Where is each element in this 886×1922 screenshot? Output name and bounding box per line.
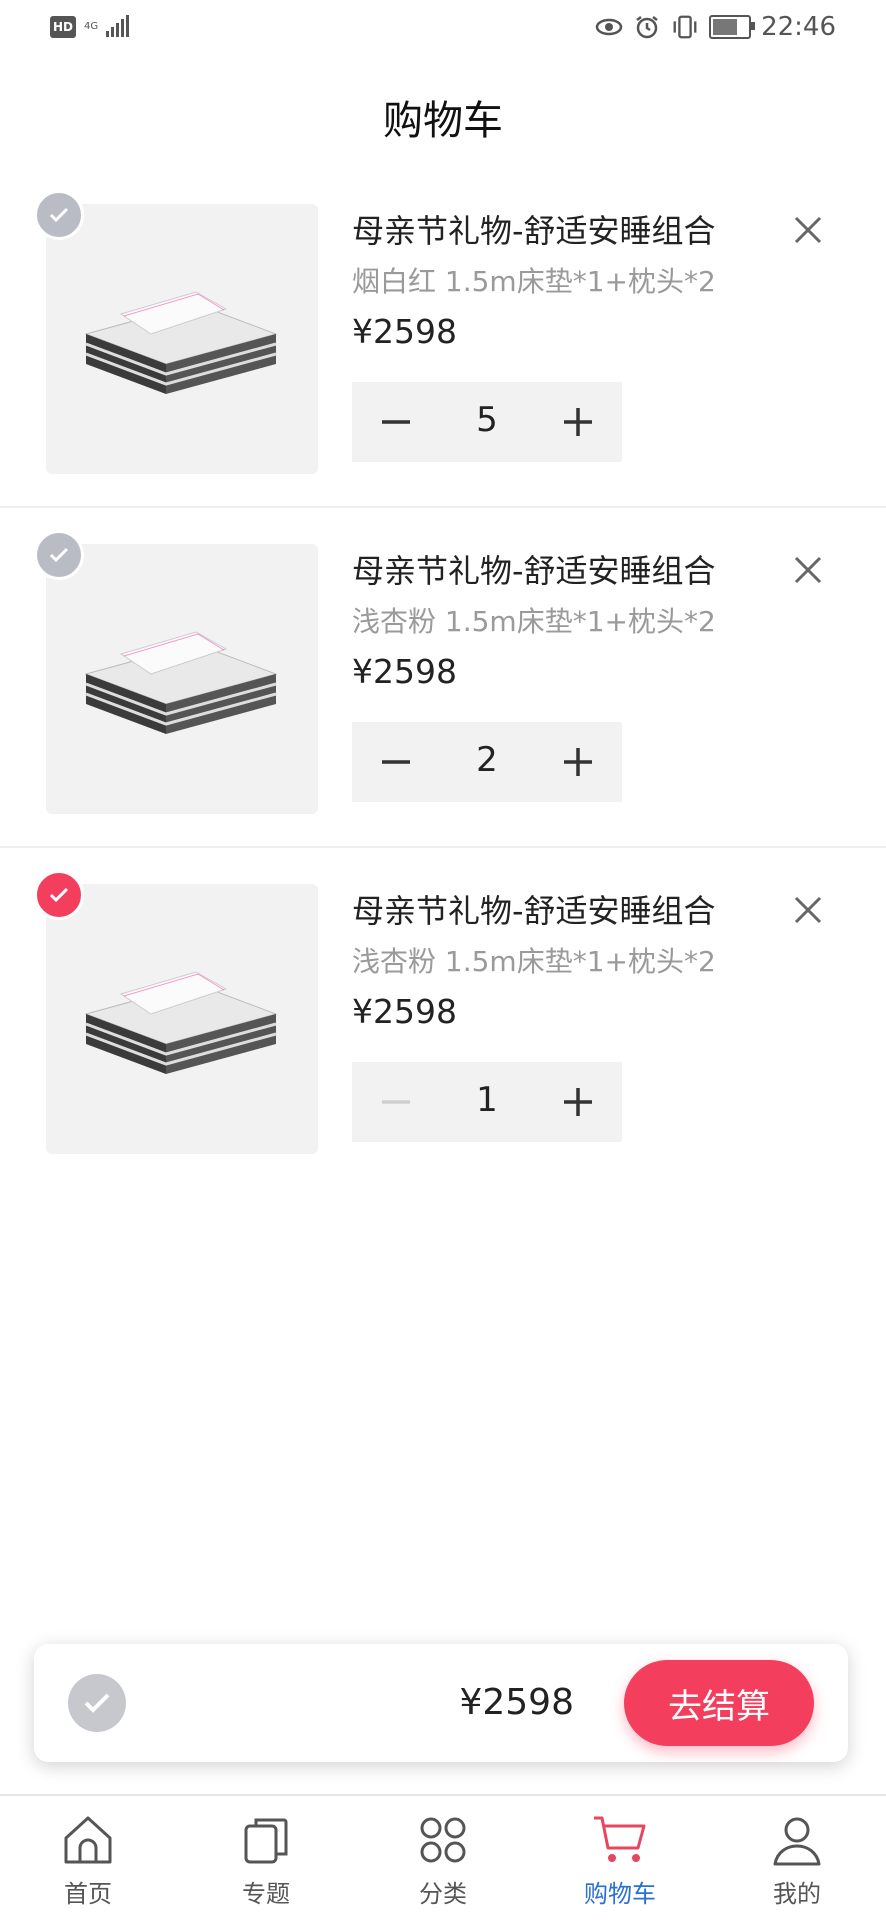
divider [0, 846, 886, 848]
tab-label: 首页 [64, 1880, 112, 1908]
product-spec: 浅杏粉 1.5m床垫*1+枕头*2 [352, 945, 716, 978]
remove-item-button[interactable] [788, 210, 828, 250]
alarm-icon [633, 13, 661, 41]
tab-label: 我的 [773, 1880, 821, 1908]
product-name: 母亲节礼物-舒适安睡组合 [352, 552, 716, 590]
plus-icon [564, 408, 592, 436]
tab-label: 分类 [419, 1880, 467, 1908]
product-image[interactable] [46, 204, 318, 474]
hd-badge: HD [50, 16, 76, 38]
item-checkbox[interactable] [34, 190, 84, 240]
mattress-image [84, 291, 278, 394]
quantity-stepper: 1 [352, 1062, 622, 1142]
tab-category[interactable]: 分类 [373, 1812, 513, 1909]
eye-icon [595, 13, 623, 41]
product-spec: 烟白红 1.5m床垫*1+枕头*2 [352, 265, 716, 298]
plus-icon [564, 1088, 592, 1116]
quantity-stepper: 2 [352, 722, 622, 802]
vibrate-icon [671, 13, 699, 41]
status-left: HD 4G [50, 15, 130, 38]
divider [0, 506, 886, 508]
plus-icon [564, 748, 592, 776]
product-name: 母亲节礼物-舒适安睡组合 [352, 212, 716, 250]
check-icon [84, 1693, 110, 1713]
product-name: 母亲节礼物-舒适安睡组合 [352, 892, 716, 930]
increase-button[interactable] [558, 402, 598, 442]
page-title: 购物车 [383, 98, 503, 144]
item-checkbox[interactable] [34, 530, 84, 580]
cart-item: 母亲节礼物-舒适安睡组合 烟白红 1.5m床垫*1+枕头*2 ¥2598 5 [0, 170, 886, 508]
home-icon [64, 1816, 112, 1864]
mattress-image [84, 971, 278, 1074]
signal-icon [106, 15, 130, 37]
status-time: 22:46 [761, 12, 836, 42]
network-type: 4G [84, 21, 99, 32]
category-icon [420, 1817, 466, 1863]
mattress-image [84, 631, 278, 734]
tab-home[interactable]: 首页 [18, 1812, 158, 1909]
product-price: ¥2598 [352, 652, 457, 691]
tab-cart[interactable]: 购物车 [550, 1812, 690, 1909]
close-icon [794, 896, 822, 924]
bottom-tab-bar: 首页 专题 分类 购物车 我的 [0, 1794, 886, 1922]
increase-button[interactable] [558, 1082, 598, 1122]
checkout-button[interactable]: 去结算 [624, 1660, 814, 1746]
increase-button[interactable] [558, 742, 598, 782]
close-icon [794, 216, 822, 244]
tab-label: 专题 [242, 1880, 290, 1908]
status-right: 22:46 [595, 12, 836, 42]
remove-item-button[interactable] [788, 890, 828, 930]
product-price: ¥2598 [352, 992, 457, 1031]
product-spec: 浅杏粉 1.5m床垫*1+枕头*2 [352, 605, 716, 638]
cart-item: 母亲节礼物-舒适安睡组合 浅杏粉 1.5m床垫*1+枕头*2 ¥2598 1 [0, 850, 886, 1188]
item-checkbox[interactable] [34, 870, 84, 920]
status-bar: HD 4G 22:46 [0, 0, 886, 60]
total-price: ¥2598 [459, 1682, 574, 1723]
product-price: ¥2598 [352, 312, 457, 351]
battery-icon [709, 15, 756, 39]
quantity-stepper: 5 [352, 382, 622, 462]
cart-item: 母亲节礼物-舒适安睡组合 浅杏粉 1.5m床垫*1+枕头*2 ¥2598 2 [0, 510, 886, 848]
tab-label: 购物车 [584, 1880, 656, 1908]
product-image[interactable] [46, 544, 318, 814]
tab-profile[interactable]: 我的 [727, 1812, 867, 1909]
tab-topics[interactable]: 专题 [196, 1812, 336, 1909]
cart-icon [594, 1816, 646, 1862]
profile-icon [773, 1817, 821, 1866]
remove-item-button[interactable] [788, 550, 828, 590]
select-all-checkbox[interactable] [68, 1674, 126, 1732]
product-image[interactable] [46, 884, 318, 1154]
topics-icon [244, 1818, 288, 1864]
close-icon [794, 556, 822, 584]
checkout-bar: ¥2598 去结算 [34, 1644, 848, 1762]
